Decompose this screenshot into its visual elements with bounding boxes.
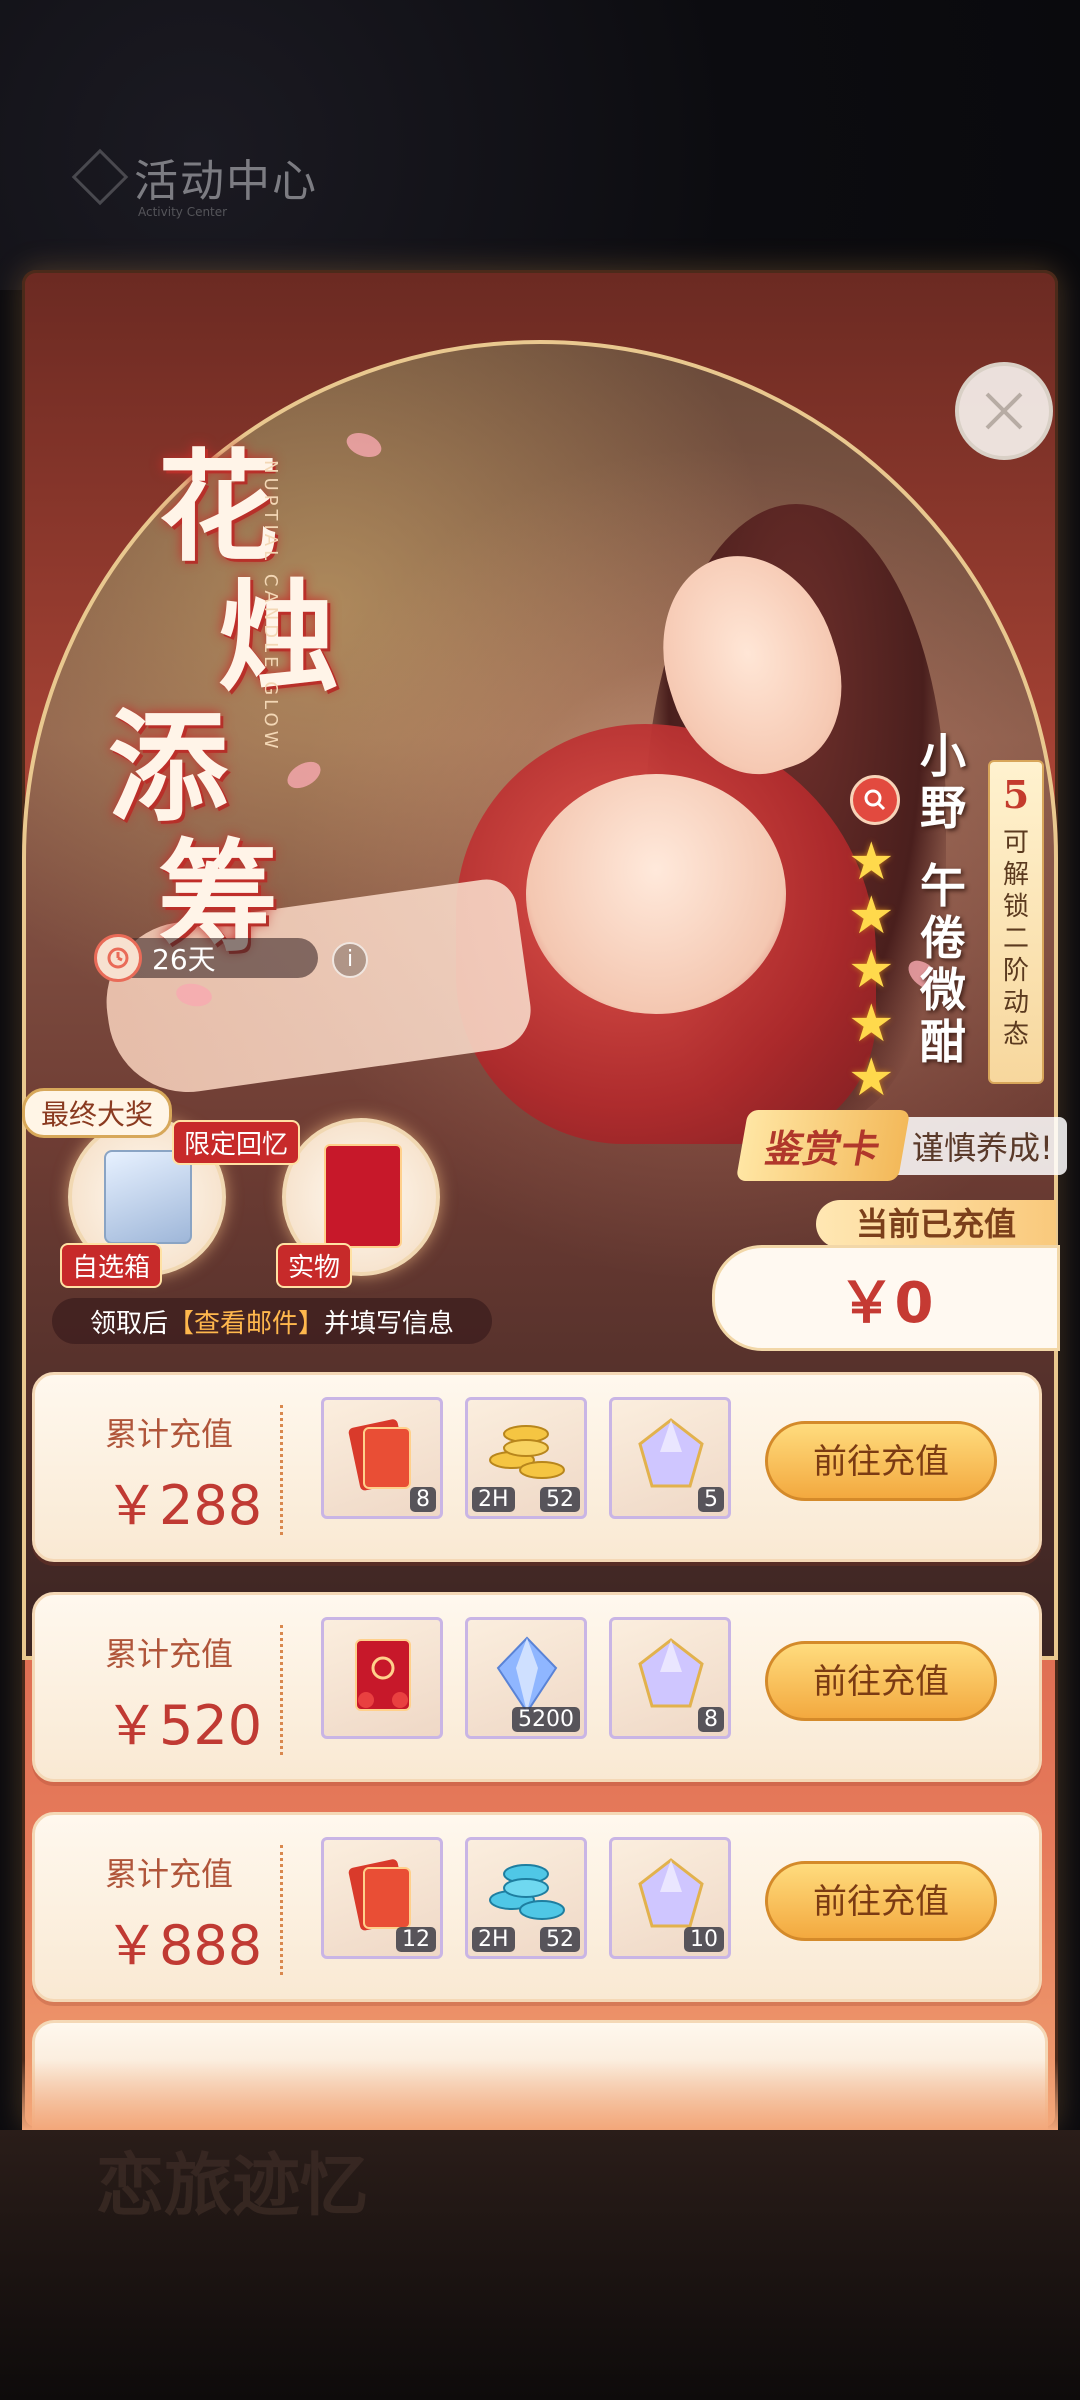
search-icon[interactable] [850,775,900,825]
header-title: 活动中心 [134,156,318,207]
item-count: 8 [698,1707,724,1732]
panel-bottom-fade [22,2060,1058,2130]
reward-label: 累计充值 [105,1415,234,1453]
reward-label: 累计充值 [105,1855,234,1893]
go-recharge-button[interactable]: 前往充值 [765,1861,997,1941]
rarity-stars: ★ ★ ★ ★ ★ [848,835,895,1105]
reward-item[interactable]: 2H 52 [465,1837,587,1959]
star-icon: ★ [848,940,895,1000]
header-subtitle: Activity Center [138,205,228,219]
item-count: 12 [396,1927,436,1952]
unlock-text: 可解锁二阶动态 [1002,828,1029,1050]
crystal-icon [638,1858,704,1928]
divider [280,1845,283,1975]
reward-item[interactable]: 5 [609,1397,731,1519]
mail-note-suffix: 并填写信息 [324,1308,455,1339]
mail-note-prefix: 领取后 [89,1308,168,1339]
prize-physical-tag: 实物 [276,1243,353,1288]
divider [280,1625,283,1755]
reward-item[interactable] [321,1617,443,1739]
item-count: 10 [684,1927,724,1952]
go-recharge-button[interactable]: 前往充值 [765,1421,997,1501]
reward-label: 累计充值 [105,1635,234,1673]
reward-item[interactable]: 8 [321,1397,443,1519]
reward-item[interactable]: 8 [609,1617,731,1739]
character-name-line1: 小野 [920,729,966,835]
clock-icon [94,934,142,982]
reward-amount: ￥288 [105,1474,263,1537]
petal-icon [343,428,385,462]
event-title-en: NUPTIAL CANDLE GLOW [260,460,281,753]
reward-amount: ￥888 [105,1914,263,1977]
reward-amount: ￥520 [105,1694,263,1757]
appreciate-card-hint: 谨慎养成! [898,1116,1067,1175]
marriage-certificate-icon [355,1639,411,1711]
star-icon: ★ [848,832,895,892]
countdown-days: 26天 [152,943,216,976]
divider [280,1405,283,1535]
reward-row: 累计充值 ￥520 5200 8 前往充值 [32,1592,1042,1782]
gold-coins-icon [489,1425,565,1479]
star-icon: ★ [848,994,895,1054]
unlock-number: 5 [1002,772,1030,817]
item-time: 2H [472,1927,515,1952]
reward-item[interactable]: 10 [609,1837,731,1959]
go-recharge-button[interactable]: 前往充值 [765,1641,997,1721]
crystal-icon [638,1418,704,1488]
countdown-timer: 26天 [94,934,318,982]
marriage-certificate-icon [324,1144,402,1248]
appreciate-card-banner[interactable]: 鉴赏卡 谨慎养成! [735,1110,1067,1181]
current-recharge-value: ￥0 [712,1245,1060,1351]
exp-coins-icon [489,1864,565,1920]
close-icon [985,392,1023,430]
reward-row: 累计充值 ￥288 8 2H 52 5 前往充值 [32,1372,1042,1562]
reward-item[interactable]: 12 [321,1837,443,1959]
star-icon: ★ [848,886,895,946]
red-envelope-icon [348,1859,411,1931]
background-banner-text: 恋旅迹忆 [96,2146,369,2226]
final-prize-label: 最终大奖 [22,1088,173,1138]
info-icon[interactable]: i [332,942,368,978]
item-count: 8 [410,1487,436,1512]
blue-diamond-icon [496,1636,558,1714]
back-icon[interactable] [71,148,129,206]
star-icon: ★ [848,1048,895,1108]
reward-list: 累计充值 ￥288 8 2H 52 5 前往充值 累计充值 ￥520 5200 [32,1372,1042,2032]
item-count: 5200 [512,1707,580,1732]
petal-icon [282,756,326,794]
prize-limited-tag: 限定回忆 [172,1120,301,1165]
activity-center-header: 活动中心 Activity Center [71,145,318,219]
reward-item[interactable]: 2H 52 [465,1397,587,1519]
crystal-icon [638,1638,704,1708]
character-shoulder [526,774,786,1014]
mail-note-link[interactable]: 【查看邮件】 [168,1303,324,1340]
close-button[interactable] [955,362,1053,460]
reward-row: 累计充值 ￥888 12 2H 52 10 前往充值 [32,1812,1042,2002]
mail-note: 领取后 【查看邮件】 并填写信息 [52,1298,492,1344]
unlock-tag: 5 可解锁二阶动态 [988,760,1044,1084]
item-count: 5 [698,1487,724,1512]
current-recharge-label: 当前已充值 [816,1200,1056,1248]
character-name-line2: 午倦微酣 [920,859,966,1069]
prize-select-box-tag: 自选箱 [60,1243,163,1288]
item-time: 2H [472,1487,515,1512]
item-count: 52 [540,1487,580,1512]
red-envelope-icon [348,1419,411,1491]
reward-item[interactable]: 5200 [465,1617,587,1739]
item-count: 52 [540,1927,580,1952]
appreciate-card-label: 鉴赏卡 [735,1110,911,1181]
